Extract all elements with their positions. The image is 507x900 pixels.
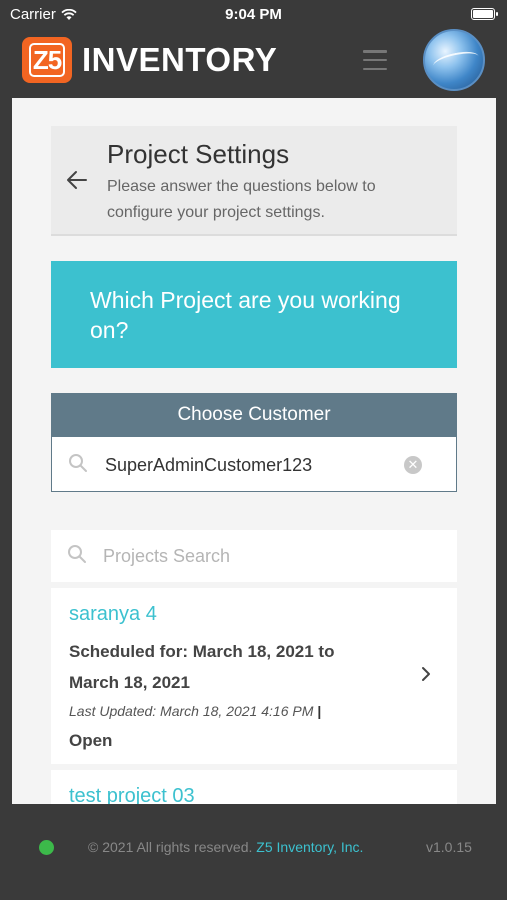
copyright-text: © 2021 All rights reserved. Z5 Inventory… [88, 839, 363, 855]
customer-search-field[interactable]: SuperAdminCustomer123 ✕ [51, 437, 457, 492]
projects-search-bar[interactable] [51, 530, 457, 582]
app-header: Z5 INVENTORY [0, 28, 507, 98]
project-name[interactable]: test project 03 [69, 785, 195, 804]
question-banner: Which Project are you working on? [51, 261, 457, 368]
clear-icon[interactable]: ✕ [404, 456, 422, 474]
project-schedule: Scheduled for: March 18, 2021 to March 1… [69, 642, 335, 692]
project-name[interactable]: saranya 4 [69, 603, 157, 626]
separator: | [317, 703, 322, 719]
app-version: v1.0.15 [426, 839, 472, 855]
footer: © 2021 All rights reserved. Z5 Inventory… [0, 804, 507, 900]
logo-mark: Z5 [22, 37, 72, 83]
last-updated-text: Last Updated: March 18, 2021 4:16 PM [69, 703, 314, 719]
project-settings-card: Project Settings Please answer the quest… [51, 126, 457, 236]
project-status: Open [69, 731, 113, 750]
copyright-label: © 2021 All rights reserved. [88, 839, 253, 855]
main-content: Project Settings Please answer the quest… [12, 98, 496, 804]
project-last-updated: Last Updated: March 18, 2021 4:16 PM | [69, 703, 321, 719]
app-logo[interactable]: Z5 INVENTORY [22, 37, 277, 83]
status-bar: Carrier 9:04 PM [0, 0, 507, 28]
choose-customer-header: Choose Customer [51, 393, 457, 437]
chevron-right-icon[interactable] [419, 666, 433, 682]
online-status-indicator [39, 840, 54, 855]
project-list-item[interactable]: saranya 4 Scheduled for: March 18, 2021 … [51, 588, 457, 764]
logo-text: INVENTORY [82, 41, 278, 78]
search-icon [69, 454, 87, 472]
status-time: 9:04 PM [225, 6, 282, 23]
page-description: Please answer the questions below to con… [107, 178, 376, 221]
arrow-left-icon[interactable] [66, 170, 88, 190]
hamburger-menu-icon[interactable] [363, 50, 387, 70]
question-text: Which Project are you working on? [90, 287, 401, 343]
avatar[interactable] [423, 29, 485, 91]
customer-value[interactable]: SuperAdminCustomer123 [105, 455, 312, 476]
page-title: Project Settings [107, 139, 290, 169]
project-list-item[interactable]: test project 03 [51, 770, 457, 804]
search-icon [68, 545, 86, 563]
projects-search-input[interactable] [103, 542, 433, 570]
battery-icon [471, 8, 498, 20]
company-link[interactable]: Z5 Inventory, Inc. [256, 839, 363, 855]
